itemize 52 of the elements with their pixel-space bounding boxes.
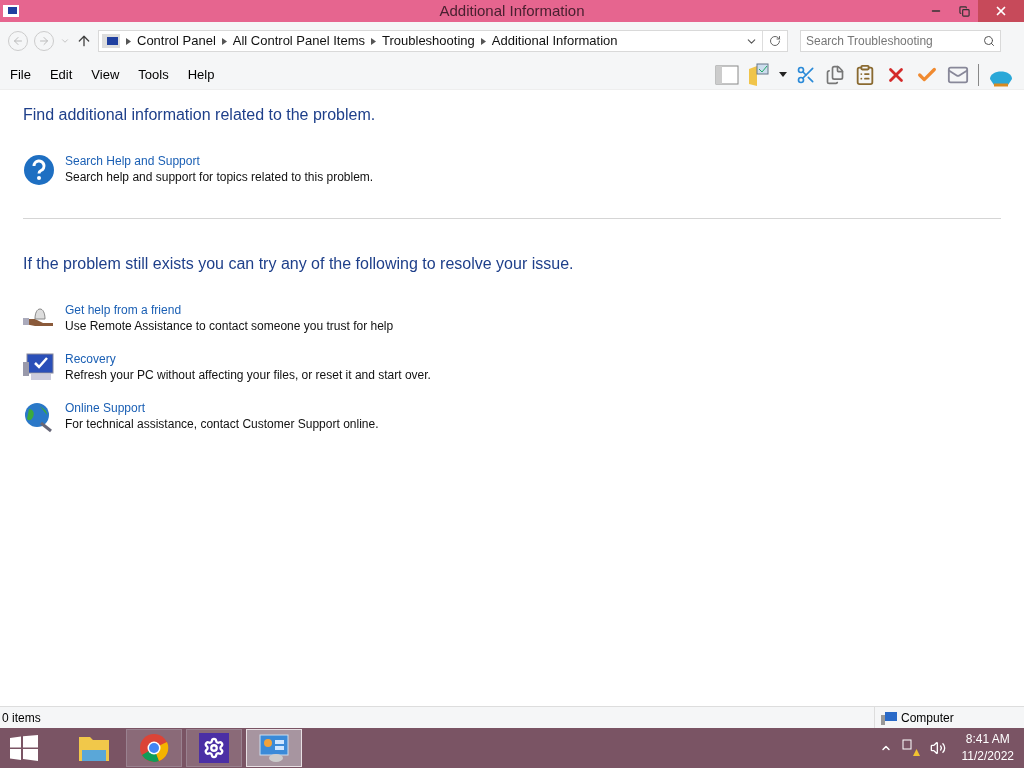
clipboard-icon[interactable] [854, 63, 876, 86]
address-bar[interactable]: Control Panel All Control Panel Items Troubleshooting Additional Information [98, 30, 788, 52]
monitor-check-icon [23, 352, 55, 382]
question-icon [23, 154, 55, 186]
task-description: Search help and support for topics related to this problem. [65, 169, 374, 185]
task-description: Refresh your PC without affecting your files, or reset it and start over. [65, 367, 431, 383]
taskbar-button[interactable] [186, 729, 242, 767]
network-warning-icon[interactable] [901, 739, 920, 757]
section-heading: Find additional information related to the problem. [23, 105, 377, 125]
section-heading: If the problem still exists you can try any of the following to resolve your issue. [23, 254, 575, 274]
copy-icon[interactable] [825, 64, 845, 85]
task-link[interactable]: Get help from a friend [65, 302, 394, 318]
item-count: 0 items [1, 709, 41, 727]
task-description: Use Remote Assistance to contact someone you trust for help [65, 318, 394, 334]
zone-label: Computer [901, 709, 954, 727]
breadcrumb-item[interactable]: Additional Information [491, 31, 618, 51]
menu-item[interactable]: Help [187, 64, 215, 85]
folder-check-icon[interactable] [748, 62, 770, 87]
computer-icon [881, 710, 897, 725]
refresh-icon[interactable] [769, 35, 781, 47]
settings-icon[interactable] [199, 733, 229, 763]
menu-item[interactable]: Tools [138, 64, 169, 85]
breadcrumb-separator-icon[interactable] [126, 37, 131, 45]
up-button[interactable] [76, 33, 92, 49]
close-button[interactable] [978, 0, 1024, 23]
app-icon [3, 5, 19, 18]
search-icon[interactable] [983, 35, 995, 47]
globe-icon [23, 401, 55, 433]
breadcrumb-item[interactable]: Control Panel [137, 31, 216, 51]
menu-item[interactable]: File [10, 64, 31, 85]
breadcrumb-separator-icon[interactable] [371, 37, 376, 45]
menu-item[interactable]: View [91, 64, 120, 85]
scissors-icon[interactable] [796, 64, 816, 85]
breadcrumb-item[interactable]: All Control Panel Items [232, 31, 365, 51]
breadcrumb-separator-icon[interactable] [480, 37, 486, 45]
task-link[interactable]: Recovery [65, 351, 431, 367]
control-panel-icon[interactable] [258, 733, 290, 763]
restore-icon[interactable] [958, 5, 970, 17]
chrome-icon[interactable] [139, 733, 169, 763]
caret-icon[interactable] [779, 72, 787, 77]
breadcrumb-item[interactable]: Troubleshooting [382, 31, 475, 51]
windows-logo-icon[interactable] [10, 735, 38, 761]
window-title: Additional Information [438, 1, 586, 21]
menu-item[interactable]: Edit [49, 64, 73, 85]
task-description: For technical assistance, contact Customer Support online. [65, 416, 379, 432]
speaker-icon[interactable] [929, 740, 946, 756]
clock[interactable]: 8:41 AM 11/2/2022 [961, 731, 1014, 765]
task-link[interactable]: Online Support [65, 400, 379, 416]
task-link[interactable]: Search Help and Support [65, 153, 374, 169]
breadcrumb-separator-icon[interactable] [221, 37, 227, 45]
search-field[interactable]: Search Troubleshooting [800, 30, 1001, 52]
control-panel-icon [102, 34, 120, 48]
